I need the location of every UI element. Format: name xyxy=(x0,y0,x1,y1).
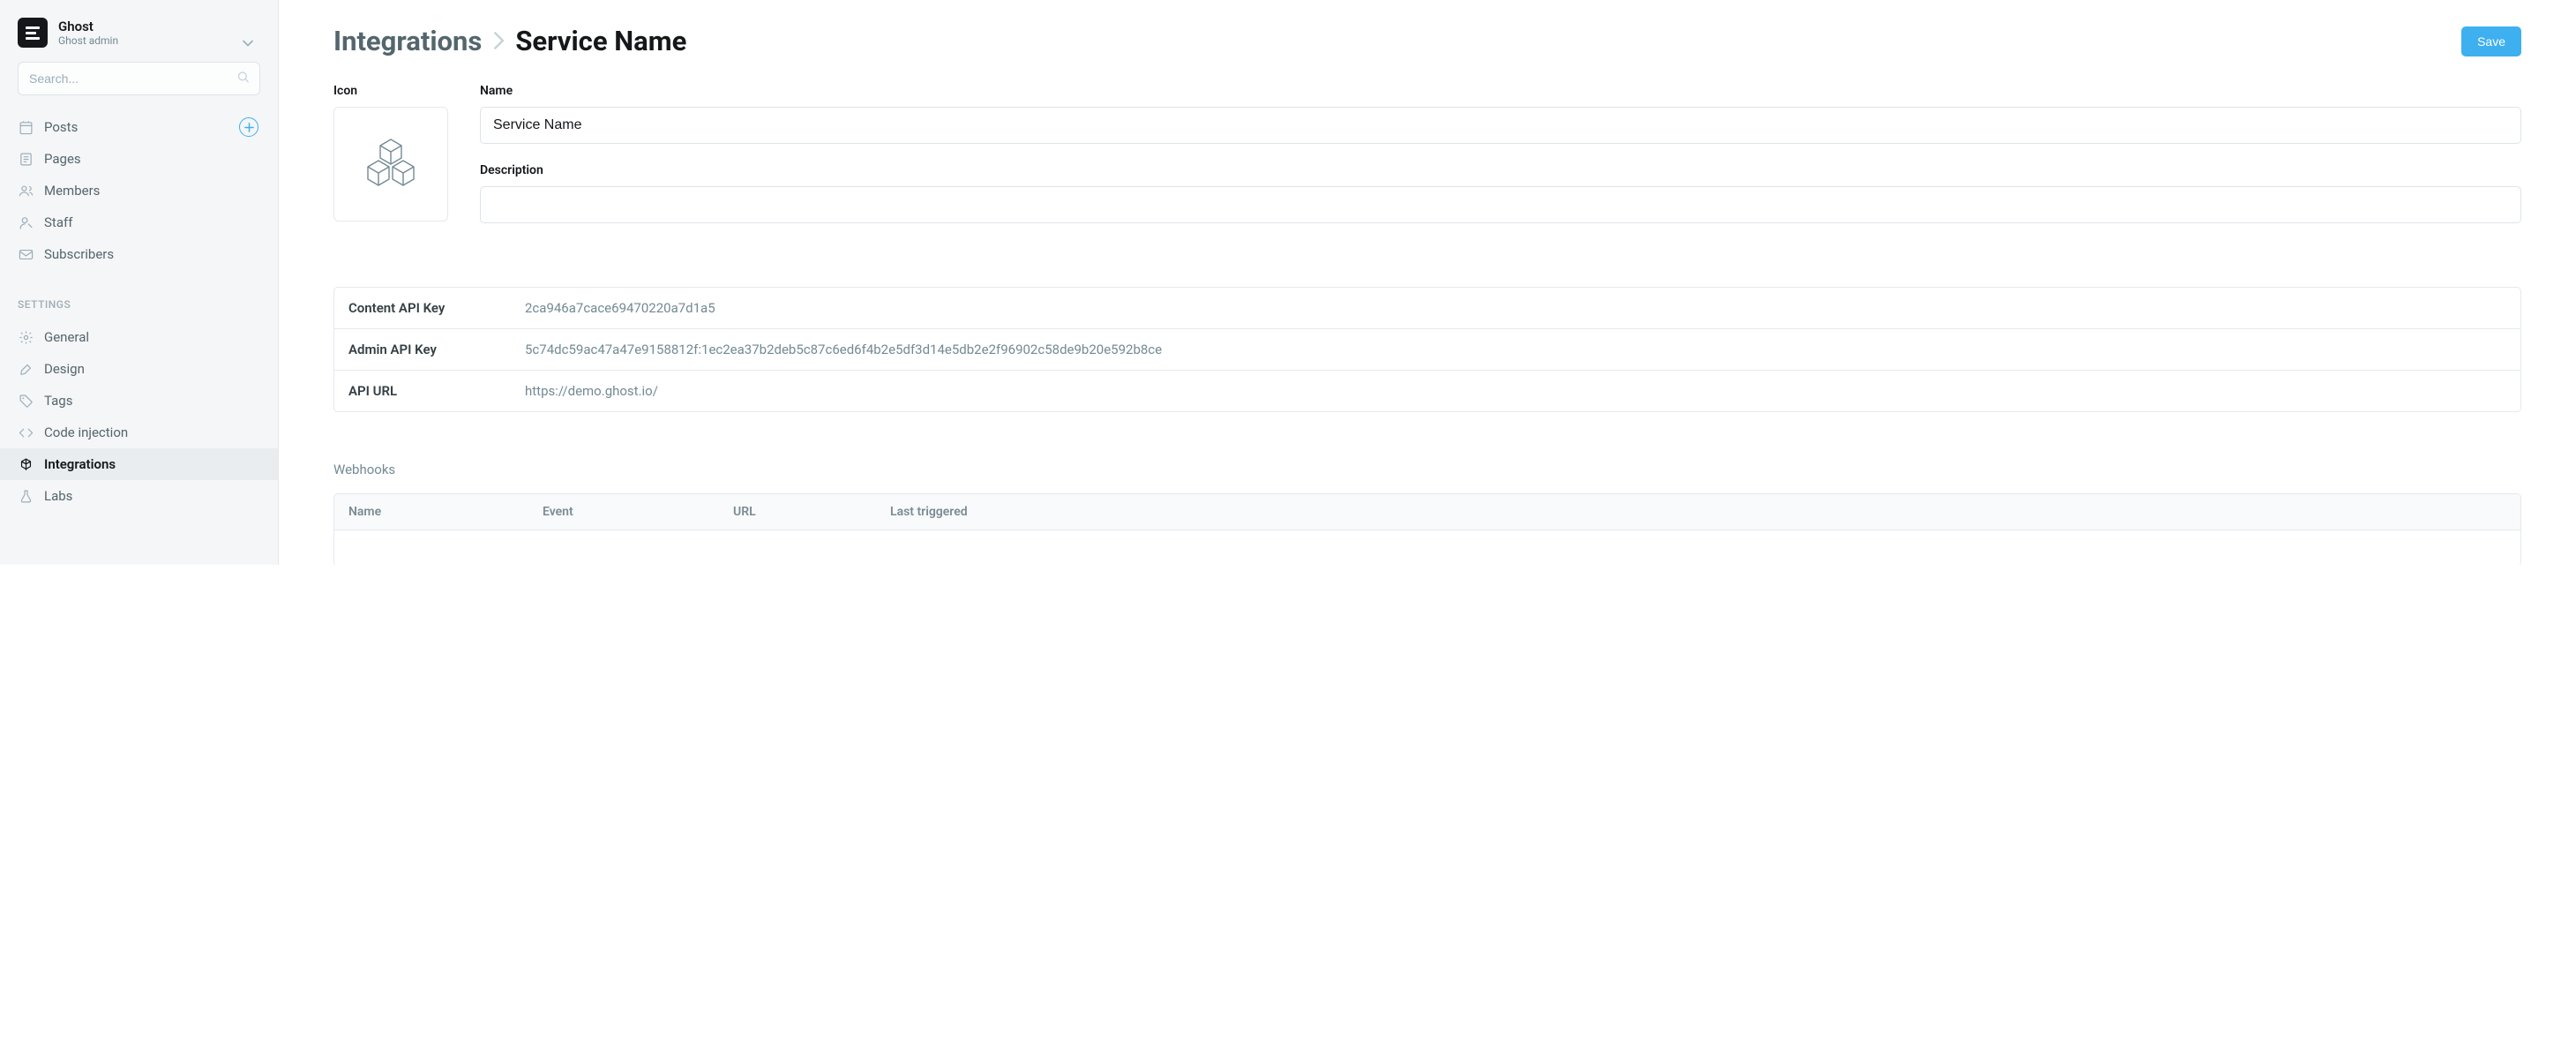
nav-item-label: Members xyxy=(44,183,100,199)
nav-item-label: Posts xyxy=(44,119,78,135)
search-input[interactable] xyxy=(18,62,260,95)
add-post-button[interactable] xyxy=(239,117,258,137)
site-switcher[interactable]: Ghost Ghost admin xyxy=(0,18,278,62)
nav-item-label: Integrations xyxy=(44,456,116,472)
webhooks-body xyxy=(334,530,2520,565)
code-icon xyxy=(18,424,34,440)
search-icon xyxy=(236,71,250,87)
description-input[interactable] xyxy=(480,186,2521,223)
nav-primary: Posts Pages Members Staff xyxy=(0,108,278,274)
pages-icon xyxy=(18,151,34,167)
gear-icon xyxy=(18,329,34,345)
nav-item-members[interactable]: Members xyxy=(0,175,278,207)
webhooks-col-name: Name xyxy=(348,505,543,519)
nav-item-design[interactable]: Design xyxy=(0,353,278,385)
webhooks-col-last-triggered: Last triggered xyxy=(890,505,2506,519)
nav-settings: General Design Tags Code injection Integ… xyxy=(0,318,278,515)
nav-item-integrations[interactable]: Integrations xyxy=(0,448,278,480)
webhooks-table: Name Event URL Last triggered xyxy=(333,493,2521,565)
site-logo xyxy=(18,18,48,48)
nav-item-posts[interactable]: Posts xyxy=(0,111,278,143)
webhooks-col-url: URL xyxy=(733,505,890,519)
nav-item-label: Tags xyxy=(44,393,72,409)
nav-section-settings-label: SETTINGS xyxy=(0,274,278,318)
members-icon xyxy=(18,183,34,199)
api-key-row[interactable]: Content API Key 2ca946a7cace69470220a7d1… xyxy=(334,288,2520,329)
api-key-row[interactable]: API URL https://demo.ghost.io/ xyxy=(334,371,2520,411)
webhooks-title: Webhooks xyxy=(333,462,2521,477)
tag-icon xyxy=(18,393,34,409)
site-title: Ghost xyxy=(58,19,118,34)
staff-icon xyxy=(18,214,34,230)
subscribers-icon xyxy=(18,246,34,262)
nav-item-label: Code injection xyxy=(44,424,128,440)
sidebar: Ghost Ghost admin Posts xyxy=(0,0,279,565)
name-input[interactable] xyxy=(480,107,2521,144)
api-key-value: 5c74dc59ac47a47e9158812f:1ec2ea37b2deb5c… xyxy=(525,342,1162,357)
name-label: Name xyxy=(480,84,2521,98)
description-label: Description xyxy=(480,163,2521,177)
nav-item-label: Labs xyxy=(44,488,72,504)
icon-label: Icon xyxy=(333,84,448,98)
nav-item-label: General xyxy=(44,329,89,345)
page-header: Integrations Service Name Save xyxy=(333,25,2521,57)
nav-item-general[interactable]: General xyxy=(0,321,278,353)
nav-item-labs[interactable]: Labs xyxy=(0,480,278,512)
brush-icon xyxy=(18,361,34,377)
integration-icon-upload[interactable] xyxy=(333,107,448,222)
site-subtitle: Ghost admin xyxy=(58,34,118,47)
webhooks-col-event: Event xyxy=(543,505,733,519)
chevron-down-icon xyxy=(243,34,253,50)
nav-item-label: Pages xyxy=(44,151,81,167)
api-key-row[interactable]: Admin API Key 5c74dc59ac47a47e9158812f:1… xyxy=(334,329,2520,371)
integrations-icon xyxy=(18,456,34,472)
nav-item-label: Staff xyxy=(44,214,72,230)
nav-item-label: Subscribers xyxy=(44,246,114,262)
api-key-value: https://demo.ghost.io/ xyxy=(525,383,658,399)
nav-item-code-injection[interactable]: Code injection xyxy=(0,417,278,448)
cubes-icon xyxy=(364,138,417,191)
nav-item-subscribers[interactable]: Subscribers xyxy=(0,238,278,270)
breadcrumb-root[interactable]: Integrations xyxy=(333,25,482,57)
api-key-label: Content API Key xyxy=(348,300,525,316)
api-key-value: 2ca946a7cace69470220a7d1a5 xyxy=(525,300,715,316)
main-content: Integrations Service Name Save Icon xyxy=(279,0,2576,565)
nav-item-staff[interactable]: Staff xyxy=(0,207,278,238)
save-button[interactable]: Save xyxy=(2461,26,2521,56)
api-key-label: API URL xyxy=(348,383,525,399)
api-key-label: Admin API Key xyxy=(348,342,525,357)
chevron-right-icon xyxy=(492,25,505,57)
labs-icon xyxy=(18,488,34,504)
posts-icon xyxy=(18,119,34,135)
nav-item-tags[interactable]: Tags xyxy=(0,385,278,417)
api-keys-table: Content API Key 2ca946a7cace69470220a7d1… xyxy=(333,287,2521,412)
webhooks-header: Name Event URL Last triggered xyxy=(334,494,2520,530)
nav-item-label: Design xyxy=(44,361,85,377)
breadcrumb-current: Service Name xyxy=(515,25,686,57)
breadcrumb: Integrations Service Name xyxy=(333,25,686,57)
nav-item-pages[interactable]: Pages xyxy=(0,143,278,175)
